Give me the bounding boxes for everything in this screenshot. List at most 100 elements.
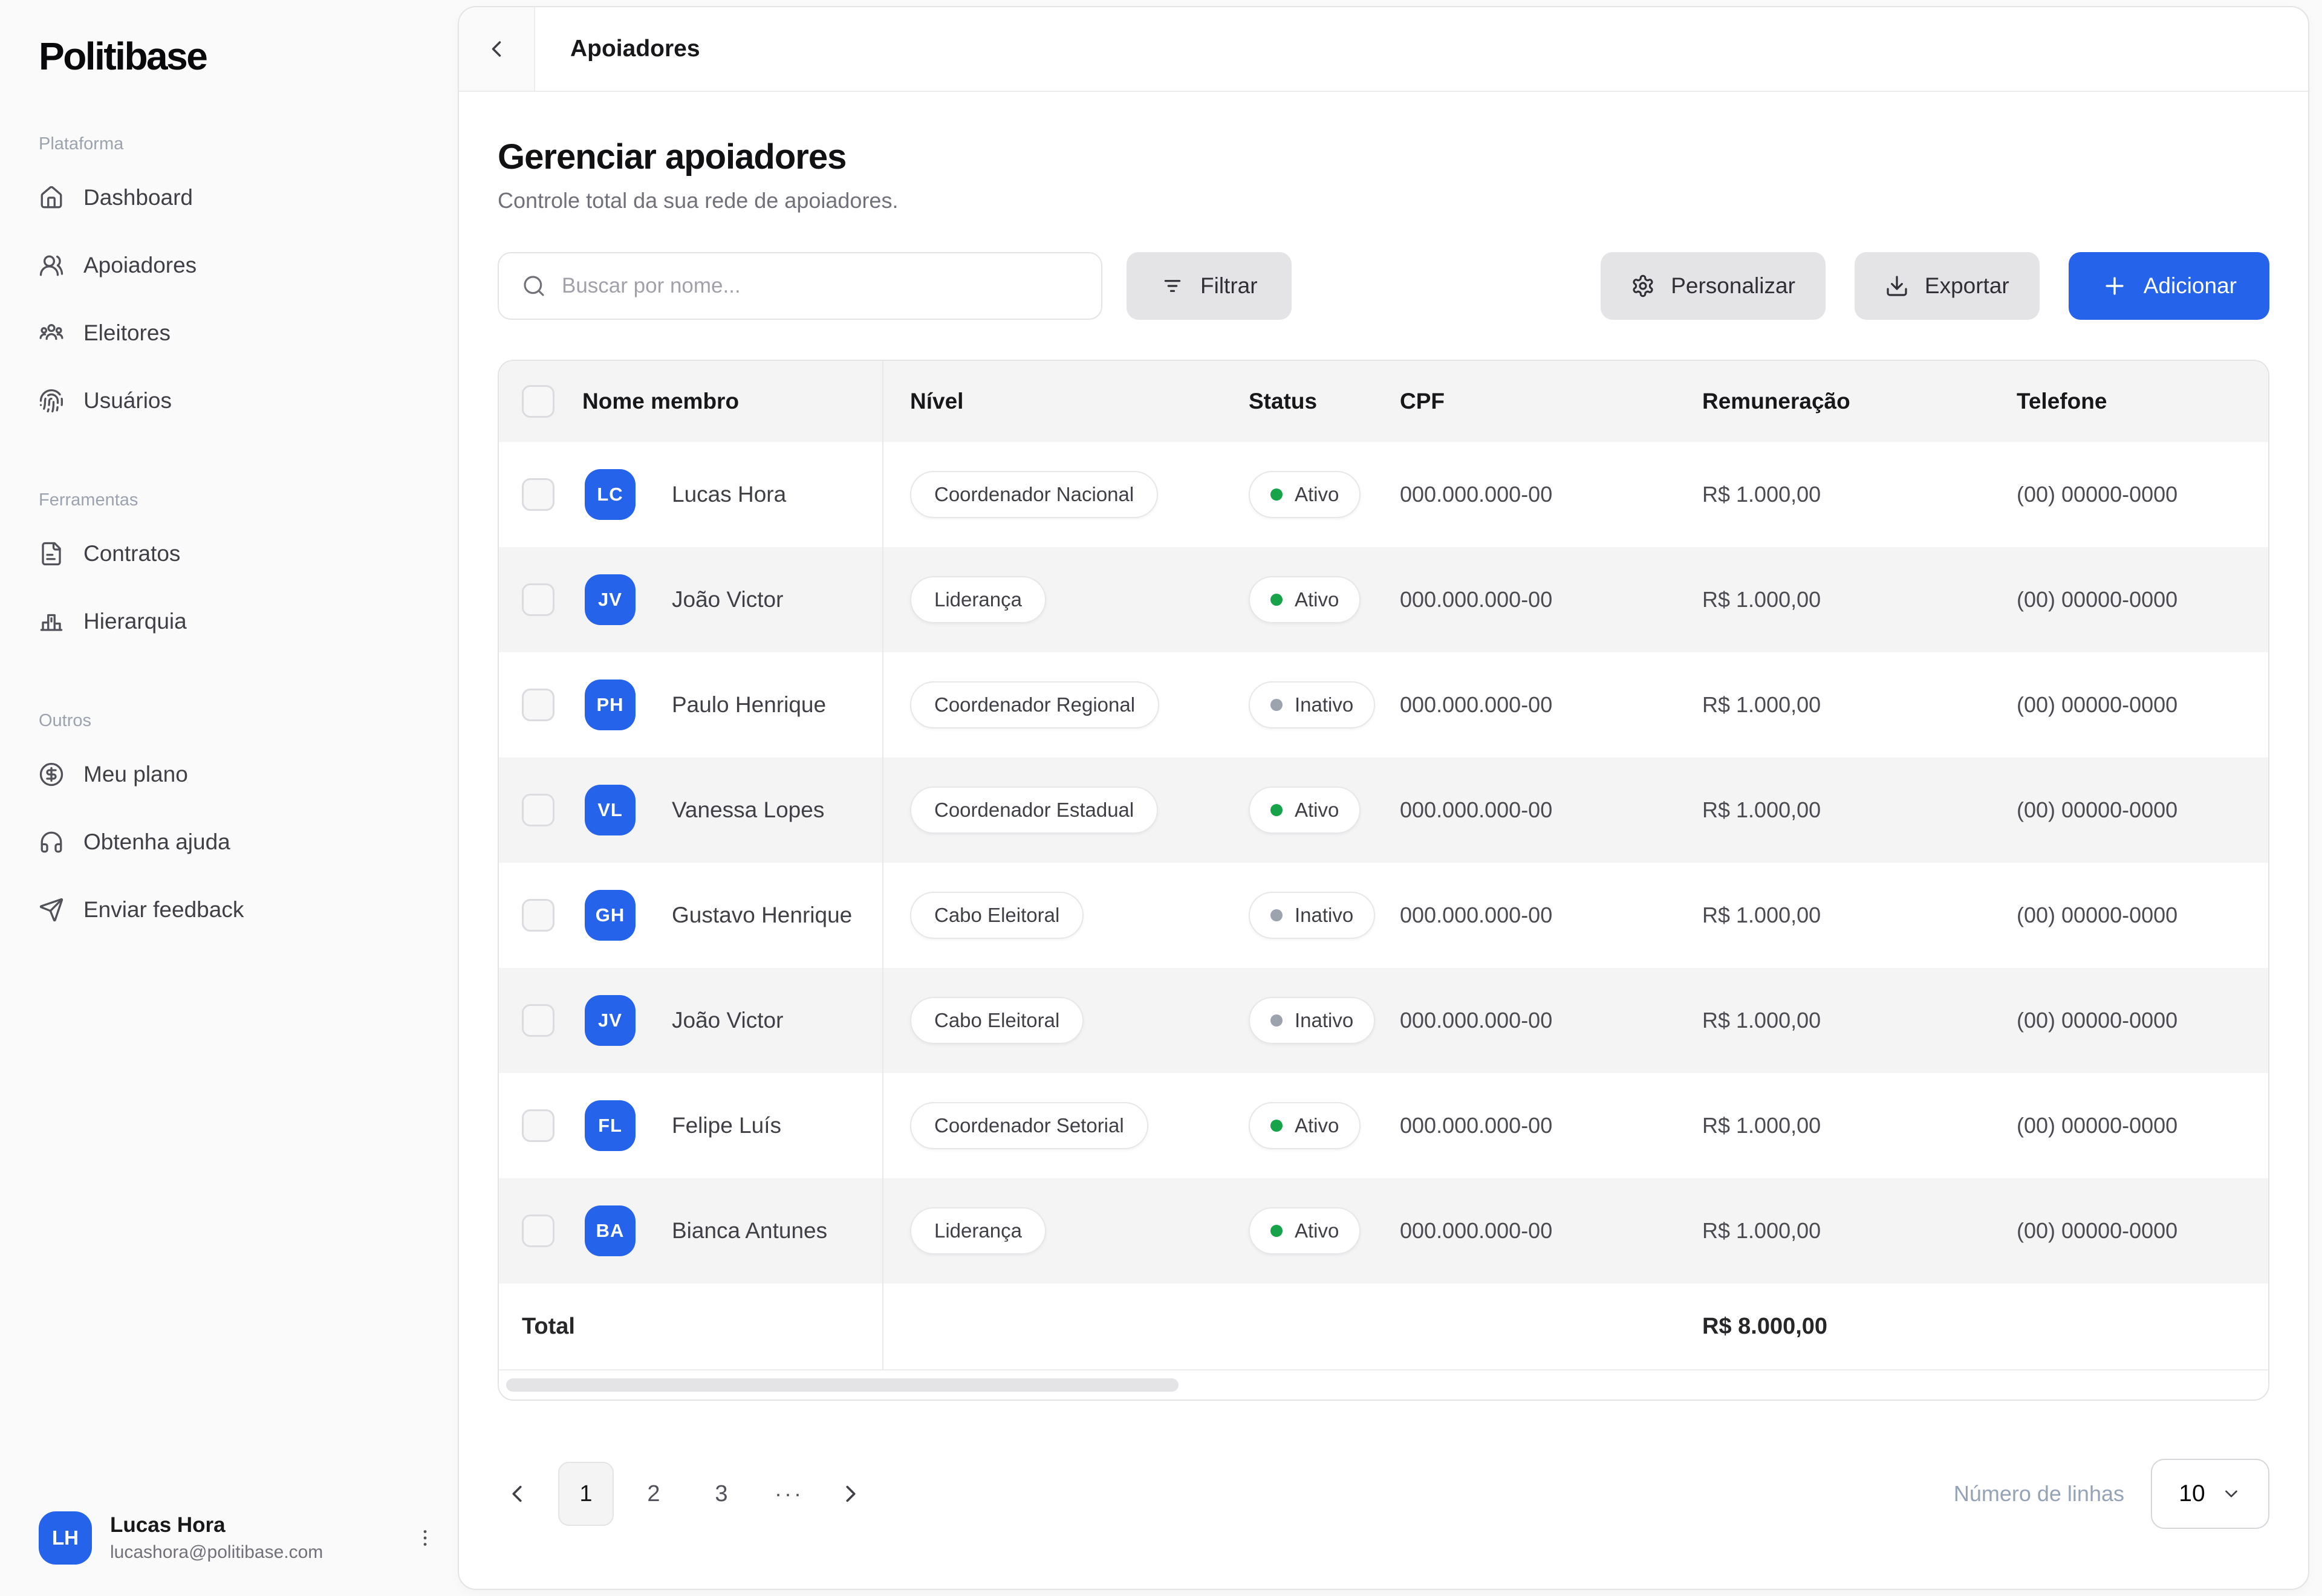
pagination-ellipsis: ··· xyxy=(761,1481,817,1507)
sidebar-item-obtenha-ajuda[interactable]: Obtenha ajuda xyxy=(39,808,421,876)
user-email: lucashora@politibase.com xyxy=(110,1542,414,1563)
gear-icon xyxy=(1631,274,1655,298)
row-checkbox[interactable] xyxy=(522,899,554,932)
status-badge: Inativo xyxy=(1249,997,1375,1044)
horizontal-scrollbar-thumb[interactable] xyxy=(506,1378,1179,1392)
pagination-page-2[interactable]: 2 xyxy=(626,1462,681,1526)
member-avatar: VL xyxy=(585,785,636,835)
row-checkbox[interactable] xyxy=(522,1109,554,1142)
cpf-value: 000.000.000-00 xyxy=(1373,442,1676,547)
row-checkbox[interactable] xyxy=(522,1215,554,1247)
dollar-circle-icon xyxy=(39,762,64,787)
cpf-value: 000.000.000-00 xyxy=(1373,863,1676,968)
customize-button[interactable]: Personalizar xyxy=(1601,252,1826,320)
sidebar-item-dashboard[interactable]: Dashboard xyxy=(39,164,421,232)
table-row[interactable]: LC Lucas Hora Coordenador Nacional Ativo… xyxy=(499,442,2268,547)
sidebar-item-label: Hierarquia xyxy=(83,609,187,634)
row-checkbox[interactable] xyxy=(522,1004,554,1037)
kebab-menu-icon[interactable] xyxy=(414,1527,436,1549)
sidebar-item-label: Dashboard xyxy=(83,185,193,210)
member-name: Gustavo Henrique xyxy=(672,903,852,928)
chevron-down-icon xyxy=(2221,1484,2242,1504)
member-avatar: JV xyxy=(585,995,636,1046)
member-name: Felipe Luís xyxy=(672,1113,781,1138)
page-title: Gerenciar apoiadores xyxy=(498,137,2269,177)
chevron-left-icon xyxy=(483,36,510,62)
search-icon xyxy=(522,274,546,298)
member-avatar: LC xyxy=(585,469,636,520)
sidebar-item-label: Apoiadores xyxy=(83,253,197,278)
table-row[interactable]: VL Vanessa Lopes Coordenador Estadual At… xyxy=(499,757,2268,863)
chevron-left-icon xyxy=(503,1480,531,1508)
member-name: Paulo Henrique xyxy=(672,692,826,718)
sidebar-item-label: Contratos xyxy=(83,541,180,566)
sidebar-item-meu-plano[interactable]: Meu plano xyxy=(39,741,421,808)
sidebar-item-hierarquia[interactable]: Hierarquia xyxy=(39,588,421,655)
table-header-row: Nome membro Nível Status CPF Remuneração… xyxy=(499,361,2268,442)
sidebar-item-label: Enviar feedback xyxy=(83,897,244,923)
row-checkbox[interactable] xyxy=(522,689,554,721)
phone-value: (00) 00000-0000 xyxy=(1990,547,2269,652)
back-button[interactable] xyxy=(459,7,535,91)
member-avatar: JV xyxy=(585,574,636,625)
rows-per-page-value: 10 xyxy=(2179,1481,2205,1507)
pagination-page-3[interactable]: 3 xyxy=(694,1462,749,1526)
row-checkbox[interactable] xyxy=(522,478,554,511)
remuneration-value: R$ 1.000,00 xyxy=(1676,757,1990,863)
people-group-icon xyxy=(39,320,64,346)
table-row[interactable]: BA Bianca Antunes Liderança Ativo 000.00… xyxy=(499,1178,2268,1283)
member-avatar: PH xyxy=(585,680,636,730)
user-name: Lucas Hora xyxy=(110,1513,414,1537)
row-checkbox[interactable] xyxy=(522,794,554,826)
sidebar-item-eleitores[interactable]: Eleitores xyxy=(39,299,421,367)
filter-button[interactable]: Filtrar xyxy=(1127,252,1292,320)
sidebar-item-enviar-feedback[interactable]: Enviar feedback xyxy=(39,876,421,944)
row-checkbox[interactable] xyxy=(522,583,554,616)
status-badge: Ativo xyxy=(1249,1207,1361,1254)
remuneration-value: R$ 1.000,00 xyxy=(1676,652,1990,757)
table-row[interactable]: JV João Victor Cabo Eleitoral Inativo 00… xyxy=(499,968,2268,1073)
member-name: Bianca Antunes xyxy=(672,1218,827,1244)
select-all-checkbox[interactable] xyxy=(522,385,554,418)
phone-value: (00) 00000-0000 xyxy=(1990,1073,2269,1178)
remuneration-value: R$ 1.000,00 xyxy=(1676,442,1990,547)
pagination-next-button[interactable] xyxy=(823,1462,879,1526)
search-input[interactable] xyxy=(562,274,1101,298)
phone-value: (00) 00000-0000 xyxy=(1990,1178,2269,1283)
user-menu[interactable]: LH Lucas Hora lucashora@politibase.com xyxy=(39,1511,436,1565)
podium-icon xyxy=(39,609,64,634)
page-header: Apoiadores xyxy=(459,7,2308,92)
table-row[interactable]: FL Felipe Luís Coordenador Setorial Ativ… xyxy=(499,1073,2268,1178)
cpf-value: 000.000.000-00 xyxy=(1373,968,1676,1073)
sidebar-item-label: Usuários xyxy=(83,388,172,414)
table-row[interactable]: PH Paulo Henrique Coordenador Regional I… xyxy=(499,652,2268,757)
chevron-right-icon xyxy=(837,1480,865,1508)
table-row[interactable]: GH Gustavo Henrique Cabo Eleitoral Inati… xyxy=(499,863,2268,968)
level-badge: Liderança xyxy=(910,576,1046,623)
phone-value: (00) 00000-0000 xyxy=(1990,652,2269,757)
member-name: João Victor xyxy=(672,1008,783,1033)
pagination: 1 2 3 ··· Número de linhas 10 xyxy=(498,1458,2269,1530)
status-badge: Ativo xyxy=(1249,1102,1361,1149)
table-row[interactable]: JV João Victor Liderança Ativo 000.000.0… xyxy=(499,547,2268,652)
sidebar-item-apoiadores[interactable]: Apoiadores xyxy=(39,232,421,299)
pagination-page-1[interactable]: 1 xyxy=(558,1462,614,1526)
fingerprint-icon xyxy=(39,388,64,414)
sidebar-section-plataforma: Plataforma xyxy=(39,134,421,154)
member-avatar: GH xyxy=(585,890,636,941)
column-header: CPF xyxy=(1373,361,1676,442)
pagination-prev-button[interactable] xyxy=(499,1462,535,1526)
status-badge: Ativo xyxy=(1249,471,1361,518)
sidebar-item-contratos[interactable]: Contratos xyxy=(39,520,421,588)
status-dot xyxy=(1270,909,1283,921)
export-button[interactable]: Exportar xyxy=(1855,252,2040,320)
cpf-value: 000.000.000-00 xyxy=(1373,547,1676,652)
level-badge: Coordenador Regional xyxy=(910,681,1159,728)
rows-per-page-select[interactable]: 10 xyxy=(2151,1459,2269,1529)
remuneration-value: R$ 1.000,00 xyxy=(1676,1178,1990,1283)
sidebar-item-usuarios[interactable]: Usuários xyxy=(39,367,421,435)
status-badge: Inativo xyxy=(1249,681,1375,728)
level-badge: Cabo Eleitoral xyxy=(910,997,1084,1044)
phone-value: (00) 00000-0000 xyxy=(1990,968,2269,1073)
add-button[interactable]: Adicionar xyxy=(2069,252,2269,320)
